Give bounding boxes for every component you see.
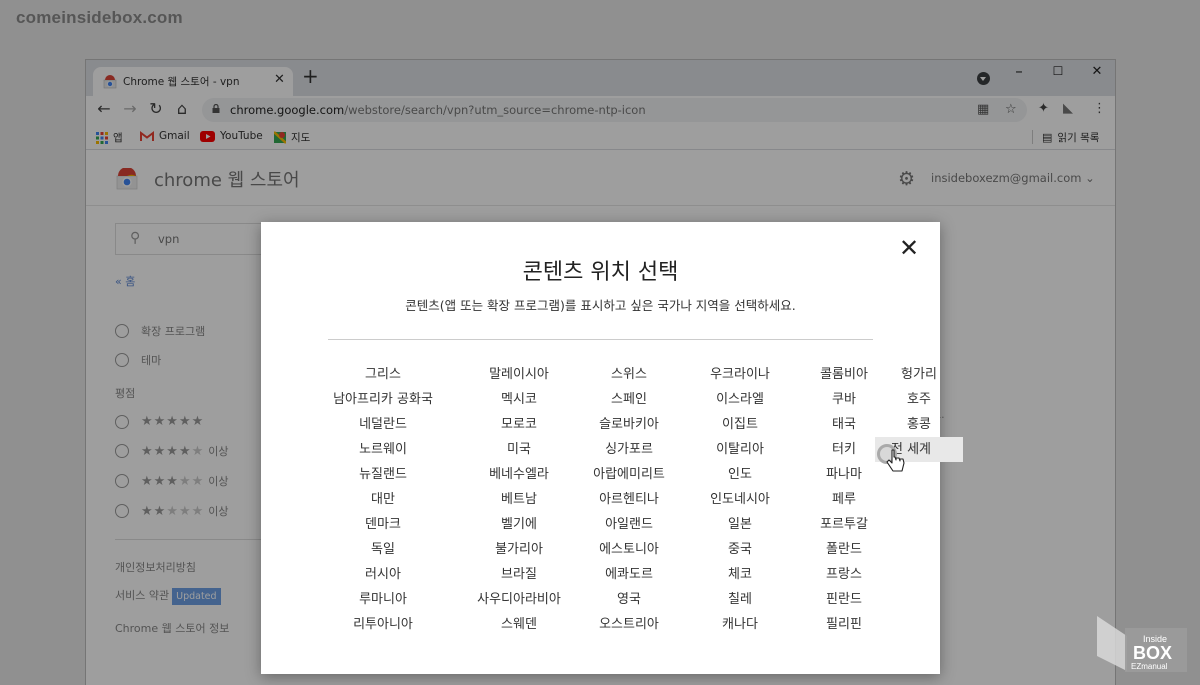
country-option[interactable]: 덴마크	[328, 512, 438, 537]
country-option[interactable]: 영국	[579, 587, 679, 612]
country-option[interactable]: 스웨덴	[464, 612, 574, 637]
country-option[interactable]: 싱가포르	[579, 437, 679, 462]
country-option[interactable]: 노르웨이	[328, 437, 438, 462]
country-option[interactable]: 쿠바	[809, 387, 879, 412]
country-option[interactable]: 우크라이나	[695, 362, 785, 387]
dialog-description: 콘텐츠(앱 또는 확장 프로그램)를 표시하고 싶은 국가나 지역을 선택하세요…	[405, 298, 796, 313]
country-option[interactable]: 포르투갈	[809, 512, 879, 537]
country-option[interactable]: 베네수엘라	[464, 462, 574, 487]
insidebox-logo: Inside BOX EZmanual	[1097, 616, 1187, 672]
country-option[interactable]: 아르헨티나	[579, 487, 679, 512]
country-option[interactable]: 콜롬비아	[809, 362, 879, 387]
country-option[interactable]: 폴란드	[809, 537, 879, 562]
country-option[interactable]: 터키	[809, 437, 879, 462]
country-option[interactable]: 남아프리카 공화국	[328, 387, 438, 412]
country-option[interactable]: 캐나다	[695, 612, 785, 637]
mouse-cursor-icon	[886, 449, 905, 472]
country-option[interactable]: 대만	[328, 487, 438, 512]
country-option[interactable]: 불가리아	[464, 537, 574, 562]
country-option[interactable]: 에콰도르	[579, 562, 679, 587]
country-option[interactable]: 필리핀	[809, 612, 879, 637]
country-option[interactable]: 인도	[695, 462, 785, 487]
country-option[interactable]: 홍콩	[875, 412, 963, 437]
region-select-dialog: ✕ 콘텐츠 위치 선택 콘텐츠(앱 또는 확장 프로그램)를 표시하고 싶은 국…	[261, 222, 963, 674]
country-option[interactable]: 루마니아	[328, 587, 438, 612]
country-option[interactable]: 핀란드	[809, 587, 879, 612]
country-option[interactable]: 미국	[464, 437, 574, 462]
country-option[interactable]: 이스라엘	[695, 387, 785, 412]
logo-line-3: EZmanual	[1131, 662, 1168, 671]
country-option[interactable]: 프랑스	[809, 562, 879, 587]
country-option[interactable]: 파나마	[809, 462, 879, 487]
country-option[interactable]: 페루	[809, 487, 879, 512]
country-option[interactable]: 네덜란드	[328, 412, 438, 437]
country-option[interactable]: 독일	[328, 537, 438, 562]
dialog-divider	[328, 339, 873, 340]
country-option[interactable]: 중국	[695, 537, 785, 562]
country-option[interactable]: 오스트리아	[579, 612, 679, 637]
country-option[interactable]: 그리스	[328, 362, 438, 387]
country-option[interactable]: 이탈리아	[695, 437, 785, 462]
country-option[interactable]: 벨기에	[464, 512, 574, 537]
country-option[interactable]: 헝가리	[875, 362, 963, 387]
country-option[interactable]: 멕시코	[464, 387, 574, 412]
country-option[interactable]: 사우디아라비아	[464, 587, 574, 612]
country-option[interactable]: 러시아	[328, 562, 438, 587]
country-option[interactable]: 스페인	[579, 387, 679, 412]
country-option[interactable]: 태국	[809, 412, 879, 437]
country-option[interactable]: 말레이시아	[464, 362, 574, 387]
country-option[interactable]: 이집트	[695, 412, 785, 437]
country-option[interactable]: 칠레	[695, 587, 785, 612]
country-option[interactable]: 일본	[695, 512, 785, 537]
country-option[interactable]: 모로코	[464, 412, 574, 437]
country-option[interactable]: 리투아니아	[328, 612, 438, 637]
country-option[interactable]: 브라질	[464, 562, 574, 587]
country-option[interactable]: 아랍에미리트	[579, 462, 679, 487]
logo-line-2: BOX	[1133, 643, 1172, 663]
country-option[interactable]: 베트남	[464, 487, 574, 512]
country-option[interactable]: 슬로바키아	[579, 412, 679, 437]
country-option[interactable]: 스위스	[579, 362, 679, 387]
country-option[interactable]: 에스토니아	[579, 537, 679, 562]
country-option[interactable]: 체코	[695, 562, 785, 587]
country-option[interactable]: 호주	[875, 387, 963, 412]
dialog-title: 콘텐츠 위치 선택	[522, 260, 679, 285]
country-option[interactable]: 아일랜드	[579, 512, 679, 537]
country-option[interactable]: 인도네시아	[695, 487, 785, 512]
country-option[interactable]: 뉴질랜드	[328, 462, 438, 487]
